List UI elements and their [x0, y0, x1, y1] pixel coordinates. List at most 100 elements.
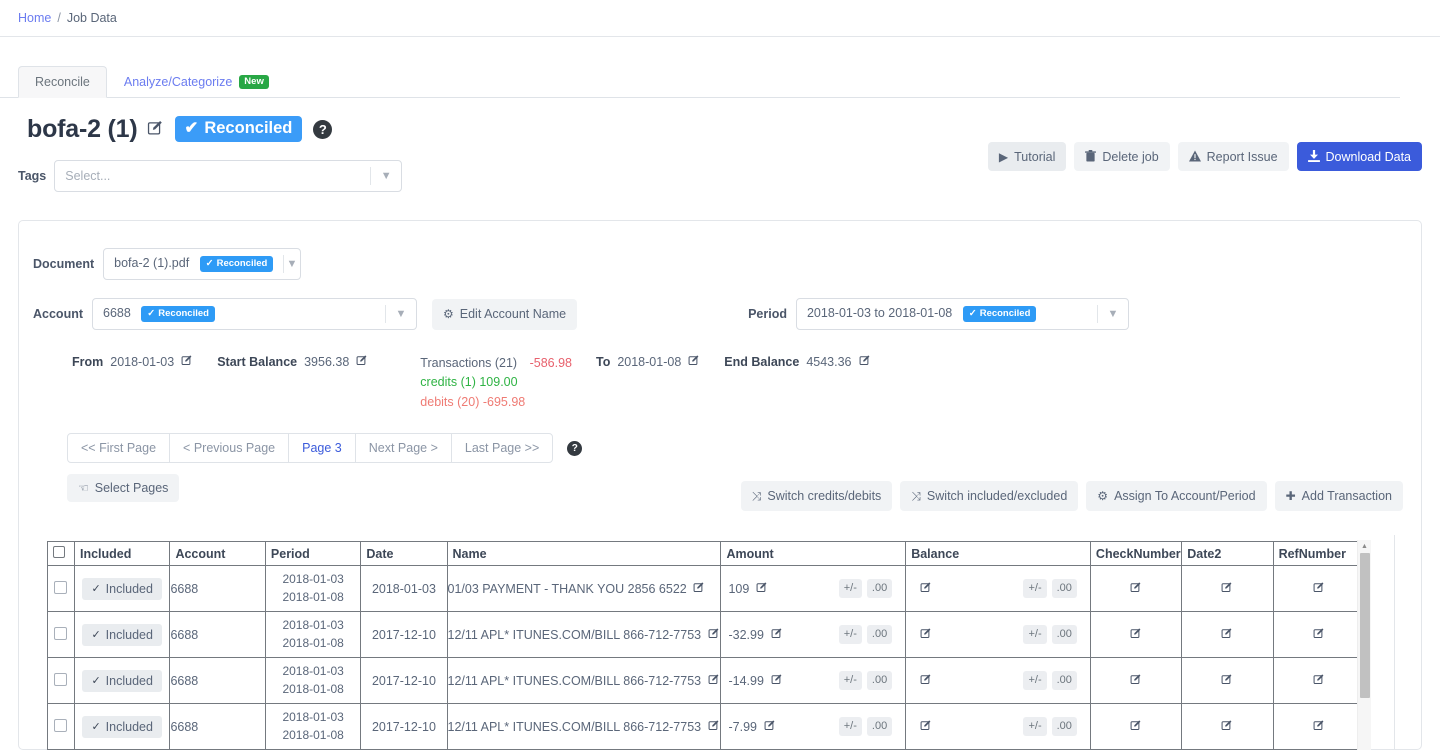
document-select[interactable]: bofa-2 (1).pdf ✓ Reconciled ▼ — [103, 248, 302, 280]
amount-cents-button[interactable]: .00 — [866, 579, 893, 598]
edit-name-icon[interactable] — [708, 627, 720, 642]
delete-job-button[interactable]: Delete job — [1074, 142, 1170, 171]
edit-name-icon[interactable] — [708, 719, 720, 734]
tags-select[interactable]: Select... ▼ — [54, 160, 403, 192]
tab-reconcile[interactable]: Reconcile — [18, 66, 107, 98]
chevron-down-icon[interactable]: ▼ — [386, 308, 416, 320]
balance-sign-toggle[interactable]: +/- — [1023, 579, 1047, 598]
balance-sign-toggle[interactable]: +/- — [1023, 671, 1047, 690]
previous-page-button[interactable]: < Previous Page — [170, 434, 290, 463]
edit-checknumber-icon[interactable] — [1130, 628, 1142, 642]
tab-analyze-categorize[interactable]: Analyze/Categorize New — [107, 66, 286, 98]
help-icon[interactable]: ? — [313, 119, 333, 139]
report-issue-button[interactable]: Report Issue — [1177, 142, 1289, 171]
header-checknumber[interactable]: CheckNumber — [1089, 541, 1183, 566]
date2-cell — [1181, 611, 1274, 658]
edit-amount-icon[interactable] — [771, 627, 783, 642]
chevron-down-icon[interactable]: ▼ — [371, 170, 401, 182]
account-select[interactable]: 6688 ✓ Reconciled ▼ — [92, 298, 417, 330]
balance-sign-toggle[interactable]: +/- — [1023, 625, 1047, 644]
included-toggle-button[interactable]: ✓ Included — [82, 577, 162, 600]
edit-amount-icon[interactable] — [771, 673, 783, 688]
balance-cents-button[interactable]: .00 — [1051, 625, 1077, 644]
amount-sign-toggle[interactable]: +/- — [838, 717, 862, 736]
edit-checknumber-icon[interactable] — [1130, 674, 1142, 688]
assign-to-account-period-button[interactable]: ⚙ Assign To Account/Period — [1086, 481, 1267, 511]
edit-end-balance-icon[interactable] — [859, 354, 871, 369]
edit-balance-icon[interactable] — [920, 673, 932, 688]
included-toggle-button[interactable]: ✓ Included — [82, 669, 162, 692]
edit-checknumber-icon[interactable] — [1130, 582, 1142, 596]
edit-amount-icon[interactable] — [756, 581, 768, 596]
edit-checknumber-icon[interactable] — [1130, 720, 1142, 734]
included-toggle-button[interactable]: ✓ Included — [82, 715, 162, 738]
edit-refnumber-icon[interactable] — [1313, 628, 1325, 642]
included-toggle-button[interactable]: ✓ Included — [82, 623, 162, 646]
row-checkbox[interactable] — [54, 626, 68, 640]
header-name[interactable]: Name — [446, 541, 722, 566]
header-date[interactable]: Date — [360, 541, 448, 566]
name-value: 12/11 APL* ITUNES.COM/BILL 866-712-7753 … — [447, 719, 703, 734]
edit-account-name-button[interactable]: ⚙ Edit Account Name — [432, 298, 578, 330]
balance-cents-button[interactable]: .00 — [1051, 717, 1077, 736]
row-checkbox[interactable] — [54, 672, 68, 686]
download-data-button[interactable]: Download Data — [1296, 142, 1422, 171]
row-checkbox[interactable] — [54, 580, 68, 594]
edit-name-icon[interactable] — [693, 581, 705, 596]
add-transaction-button[interactable]: ✚ Add Transaction — [1274, 481, 1403, 511]
header-account[interactable]: Account — [169, 541, 266, 566]
edit-date2-icon[interactable] — [1221, 674, 1233, 688]
last-page-button[interactable]: Last Page >> — [452, 434, 552, 462]
amount-cents-button[interactable]: .00 — [866, 625, 893, 644]
included-cell: ✓ Included — [73, 565, 171, 612]
edit-refnumber-icon[interactable] — [1313, 720, 1325, 734]
edit-name-icon[interactable] — [708, 673, 720, 688]
edit-amount-icon[interactable] — [764, 719, 776, 734]
date-cell: 2017-12-10 — [360, 657, 448, 704]
balance-sign-toggle[interactable]: +/- — [1023, 717, 1047, 736]
header-included[interactable]: Included — [73, 541, 171, 566]
header-period[interactable]: Period — [264, 541, 362, 566]
switch-credits-debits-button[interactable]: ⤨ Switch credits/debits — [740, 481, 893, 511]
balance-cents-button[interactable]: .00 — [1051, 671, 1077, 690]
row-checkbox[interactable] — [54, 718, 68, 732]
edit-date2-icon[interactable] — [1221, 720, 1233, 734]
switch-included-excluded-button[interactable]: ⤨ Switch included/excluded — [900, 481, 1079, 511]
header-date2[interactable]: Date2 — [1181, 541, 1274, 566]
amount-cents-button[interactable]: .00 — [866, 717, 893, 736]
amount-sign-toggle[interactable]: +/- — [838, 671, 862, 690]
header-amount[interactable]: Amount — [720, 541, 907, 566]
edit-refnumber-icon[interactable] — [1313, 582, 1325, 596]
edit-refnumber-icon[interactable] — [1313, 674, 1325, 688]
header-refnumber[interactable]: RefNumber — [1272, 541, 1366, 566]
edit-balance-icon[interactable] — [920, 719, 932, 734]
scroll-up-arrow-icon[interactable]: ▲ — [1358, 540, 1371, 553]
header-balance[interactable]: Balance — [905, 541, 1091, 566]
next-page-button[interactable]: Next Page > — [356, 434, 452, 463]
scrollbar-thumb[interactable] — [1360, 553, 1370, 698]
balance-cents-button[interactable]: .00 — [1051, 579, 1077, 598]
period-select[interactable]: 2018-01-03 to 2018-01-08 ✓ Reconciled ▼ — [795, 298, 1129, 330]
chevron-down-icon[interactable]: ▼ — [284, 258, 300, 270]
edit-to-icon[interactable] — [688, 354, 700, 369]
edit-balance-icon[interactable] — [920, 627, 932, 642]
edit-date2-icon[interactable] — [1221, 582, 1233, 596]
select-all-checkbox[interactable] — [53, 546, 65, 558]
edit-balance-icon[interactable] — [920, 581, 932, 596]
first-page-button[interactable]: << First Page — [68, 434, 171, 463]
amount-sign-toggle[interactable]: +/- — [838, 579, 862, 598]
chevron-down-icon[interactable]: ▼ — [1098, 308, 1128, 320]
amount-cents-button[interactable]: .00 — [866, 671, 893, 690]
current-page-indicator[interactable]: Page 3 — [289, 434, 356, 463]
period-row: Period 2018-01-03 to 2018-01-08 ✓ Reconc… — [748, 298, 1129, 330]
edit-from-icon[interactable] — [181, 354, 193, 369]
table-scrollbar[interactable]: ▲ — [1357, 540, 1371, 750]
amount-sign-toggle[interactable]: +/- — [838, 625, 862, 644]
select-pages-button[interactable]: ☜ Select Pages — [67, 474, 180, 503]
breadcrumb-home-link[interactable]: Home — [18, 11, 51, 25]
edit-start-balance-icon[interactable] — [356, 354, 368, 369]
tutorial-button[interactable]: ▶ Tutorial — [987, 142, 1067, 171]
edit-title-icon[interactable] — [147, 119, 164, 140]
pagination-help-icon[interactable]: ? — [567, 440, 583, 456]
edit-date2-icon[interactable] — [1221, 628, 1233, 642]
